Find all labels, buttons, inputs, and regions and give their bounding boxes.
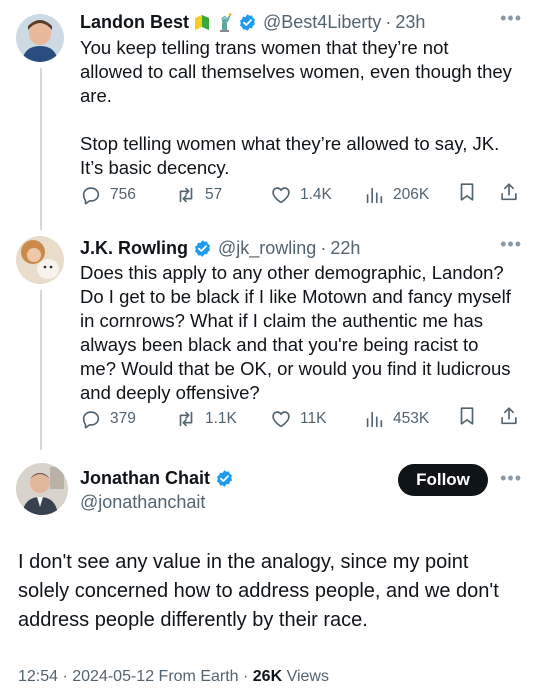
tweet-line: You keep telling trans women that they’r…: [80, 37, 449, 58]
views-label: Views: [282, 668, 329, 685]
like-count: 1.4K: [300, 186, 332, 203]
reply-count: 379: [110, 410, 136, 427]
repost-button[interactable]: 1.1K: [175, 405, 237, 433]
tweet-line: and deeply offensive?: [80, 382, 260, 403]
author-handle[interactable]: @jonathanchait: [80, 490, 205, 514]
verified-icon: [215, 469, 234, 488]
bookmark-icon: [460, 183, 474, 201]
share-button[interactable]: [498, 181, 520, 203]
repost-count: 57: [205, 186, 223, 203]
reply-icon: [82, 411, 100, 429]
reply-button[interactable]: 756: [80, 181, 136, 209]
follow-button[interactable]: Follow: [398, 464, 488, 496]
tweet-header: Landon Best @Best4Liberty · 23h: [80, 10, 425, 34]
more-icon[interactable]: •••: [500, 234, 522, 255]
avatar[interactable]: [16, 236, 64, 284]
tweet-line: Do I get to be black if I like Motown an…: [80, 286, 511, 307]
separator-dot: ·: [320, 238, 327, 258]
verified-icon: [193, 239, 212, 258]
tweet-line: It’s basic decency.: [80, 157, 230, 178]
tweet-meta: 12:54 · 2024-05-12 From Earth · 26K View…: [18, 668, 329, 686]
action-bar: 379 1.1K 11K 453K: [80, 405, 525, 433]
beginner-mark-icon: [193, 12, 211, 32]
tweet-line: address people differently by their race…: [18, 609, 368, 631]
share-icon: [501, 183, 517, 201]
views-count: 206K: [393, 186, 430, 203]
tweet-header: J.K. Rowling @jk_rowling · 22h: [80, 236, 360, 260]
reply-button[interactable]: 379: [80, 405, 136, 433]
views-button[interactable]: 206K: [363, 181, 429, 209]
separator-dot: ·: [385, 12, 392, 32]
author-name[interactable]: Landon Best: [80, 10, 189, 34]
bookmark-button[interactable]: [456, 405, 478, 427]
tweet-line: I don't see any value in the analogy, si…: [18, 551, 469, 573]
post-timestamp[interactable]: 12:54 · 2024-05-12 From Earth ·: [18, 668, 253, 685]
tweet-text: Does this apply to any other demographic…: [80, 261, 520, 405]
share-button[interactable]: [498, 405, 520, 427]
reply-icon: [82, 187, 100, 205]
tweet-line: allowed to call themselves women, even t…: [80, 61, 512, 82]
tweet-line: always been black and that you're being …: [80, 334, 479, 355]
views-count: 453K: [393, 410, 430, 427]
bookmark-icon: [460, 407, 474, 425]
handle-row: @jonathanchait: [80, 490, 205, 514]
verified-icon: [238, 13, 257, 32]
avatar[interactable]: [16, 14, 64, 62]
tweet-header: Jonathan Chait: [80, 466, 234, 490]
more-icon[interactable]: •••: [500, 468, 522, 489]
tweet-line: [80, 108, 520, 132]
like-button[interactable]: 1.4K: [270, 181, 332, 209]
views-button[interactable]: 453K: [363, 405, 429, 433]
like-icon: [272, 411, 290, 428]
avatar[interactable]: [16, 463, 68, 515]
author-handle[interactable]: @Best4Liberty: [263, 10, 381, 34]
more-icon[interactable]: •••: [500, 8, 522, 29]
tweet-jk-rowling[interactable]: J.K. Rowling @jk_rowling · 22h ••• Does …: [0, 230, 540, 450]
views-total: 26K: [252, 668, 283, 685]
timestamp[interactable]: 22h: [330, 236, 360, 260]
tweet-line: are.: [80, 85, 112, 106]
share-icon: [501, 407, 517, 425]
tweet-line: in cornrows? What if I claim the authent…: [80, 310, 484, 331]
tweet-line: Does this apply to any other demographic…: [80, 262, 504, 283]
repost-icon: [179, 187, 193, 203]
repost-button[interactable]: 57: [175, 181, 222, 209]
bookmark-button[interactable]: [456, 181, 478, 203]
like-button[interactable]: 11K: [270, 405, 326, 433]
tweet-text: You keep telling trans women that they’r…: [80, 36, 520, 180]
like-count: 11K: [300, 410, 327, 427]
action-bar: 756 57 1.4K 206K: [80, 181, 525, 209]
views-icon: [366, 187, 383, 204]
author-name[interactable]: J.K. Rowling: [80, 236, 188, 260]
tweet-line: me? Would that be OK, or would you find …: [80, 358, 511, 379]
tweet-line: Stop telling women what they’re allowed …: [80, 133, 500, 154]
author-name[interactable]: Jonathan Chait: [80, 466, 210, 490]
author-handle[interactable]: @jk_rowling: [218, 236, 316, 260]
repost-icon: [179, 411, 193, 427]
tweet-landon-best[interactable]: Landon Best @Best4Liberty · 23h ••• You …: [0, 0, 540, 230]
reply-count: 756: [110, 186, 136, 203]
statue-of-liberty-icon: [215, 12, 233, 32]
like-icon: [272, 187, 290, 204]
tweet-text: I don't see any value in the analogy, si…: [18, 548, 528, 635]
views-icon: [366, 411, 383, 428]
timestamp[interactable]: 23h: [395, 10, 425, 34]
repost-count: 1.1K: [205, 410, 237, 427]
tweet-line: solely concerned how to address people, …: [18, 580, 499, 602]
